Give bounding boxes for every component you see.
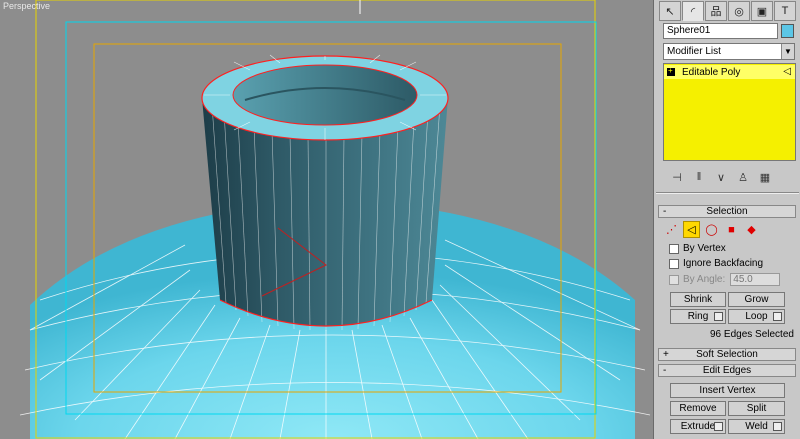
remove-modifier-icon[interactable]: ♙ bbox=[735, 171, 751, 184]
by-angle-label: By Angle: bbox=[683, 274, 726, 285]
ring-label: Ring bbox=[687, 311, 709, 322]
insert-vertex-button[interactable]: Insert Vertex bbox=[670, 383, 785, 398]
shrink-button[interactable]: Shrink bbox=[670, 292, 726, 307]
command-panel: ↖ ◜ 品 ◎ ▣ T Sphere01 Modifier List ▼ Edi… bbox=[653, 0, 800, 439]
viewport-label[interactable]: Perspective bbox=[3, 1, 50, 11]
object-name-field[interactable]: Sphere01 bbox=[663, 23, 778, 39]
subobject-levels: ⋰ ◁ ◯ ■ ◆ bbox=[663, 221, 760, 238]
scene-render[interactable] bbox=[0, 0, 653, 439]
ignore-backfacing-label: Ignore Backfacing bbox=[683, 258, 764, 269]
hierarchy-tab-icon[interactable]: 品 bbox=[705, 1, 727, 21]
configure-sets-icon[interactable]: ▦ bbox=[757, 171, 773, 184]
expand-icon: + bbox=[663, 349, 669, 360]
extrude-button[interactable]: Extrude bbox=[670, 419, 726, 434]
modifier-stack[interactable]: Editable Poly ◁ bbox=[663, 63, 796, 161]
stack-item-label: Editable Poly bbox=[682, 66, 741, 78]
ignore-backfacing-checkbox[interactable] bbox=[669, 258, 679, 269]
weld-settings-icon[interactable] bbox=[773, 422, 782, 431]
make-unique-icon[interactable]: ∨ bbox=[713, 171, 729, 184]
perspective-viewport[interactable]: Perspective bbox=[0, 0, 653, 439]
stack-item-editable-poly[interactable]: Editable Poly ◁ bbox=[664, 65, 795, 79]
weld-label: Weld bbox=[745, 421, 768, 432]
expand-icon[interactable] bbox=[667, 66, 675, 76]
motion-tab-icon[interactable]: ◎ bbox=[728, 1, 750, 21]
divider bbox=[656, 192, 799, 194]
collapse-icon: - bbox=[663, 365, 667, 376]
polygon-icon[interactable]: ■ bbox=[723, 221, 740, 238]
soft-selection-title: Soft Selection bbox=[696, 349, 758, 360]
command-panel-tabs: ↖ ◜ 品 ◎ ▣ T bbox=[659, 1, 796, 21]
remove-button[interactable]: Remove bbox=[670, 401, 726, 416]
border-icon[interactable]: ◯ bbox=[703, 221, 720, 238]
by-angle-checkbox[interactable] bbox=[669, 274, 679, 285]
display-tab-icon[interactable]: ▣ bbox=[751, 1, 773, 21]
modifier-list-label: Modifier List bbox=[667, 46, 721, 57]
extrude-label: Extrude bbox=[680, 421, 716, 432]
angle-spinner[interactable]: 45.0 bbox=[730, 273, 781, 286]
selection-rollout-title: Selection bbox=[706, 206, 748, 217]
show-end-result-icon[interactable]: ‖ bbox=[691, 171, 707, 183]
element-icon[interactable]: ◆ bbox=[743, 221, 760, 238]
by-angle-row: By Angle: 45.0 bbox=[669, 273, 781, 286]
edit-edges-rollout-header[interactable]: - Edit Edges bbox=[658, 364, 796, 377]
stack-tools: ⊣ ‖ ∨ ♙ ▦ bbox=[663, 167, 796, 187]
ring-spinner-icon[interactable] bbox=[714, 312, 723, 321]
by-vertex-row: By Vertex bbox=[669, 243, 726, 254]
selection-rollout-header[interactable]: - Selection bbox=[658, 205, 796, 218]
loop-spinner-icon[interactable] bbox=[773, 312, 782, 321]
object-color-swatch[interactable] bbox=[781, 24, 794, 38]
modify-tab-icon[interactable]: ◜ bbox=[682, 1, 704, 21]
edge-icon[interactable]: ◁ bbox=[683, 221, 700, 238]
extrude-settings-icon[interactable] bbox=[714, 422, 723, 431]
create-tab-icon[interactable]: ↖ bbox=[659, 1, 681, 21]
by-vertex-checkbox[interactable] bbox=[669, 243, 679, 254]
utilities-tab-icon[interactable]: T bbox=[774, 1, 796, 21]
modifier-list-dropdown[interactable]: Modifier List ▼ bbox=[663, 43, 795, 60]
by-vertex-label: By Vertex bbox=[683, 243, 726, 254]
loop-label: Loop bbox=[745, 311, 768, 322]
ignore-backfacing-row: Ignore Backfacing bbox=[669, 258, 763, 269]
grow-button[interactable]: Grow bbox=[728, 292, 785, 307]
ring-button[interactable]: Ring bbox=[670, 309, 726, 324]
weld-button[interactable]: Weld bbox=[728, 419, 785, 434]
chevron-down-icon[interactable]: ▼ bbox=[781, 44, 794, 59]
edge-level-icon: ◁ bbox=[783, 66, 791, 77]
pin-stack-icon[interactable]: ⊣ bbox=[669, 171, 685, 184]
split-button[interactable]: Split bbox=[728, 401, 785, 416]
collapse-icon: - bbox=[663, 206, 667, 217]
edit-edges-title: Edit Edges bbox=[702, 365, 752, 376]
loop-button[interactable]: Loop bbox=[728, 309, 785, 324]
selection-status: 96 Edges Selected bbox=[710, 329, 794, 340]
soft-selection-rollout-header[interactable]: + Soft Selection bbox=[658, 348, 796, 361]
vertex-icon[interactable]: ⋰ bbox=[663, 221, 680, 238]
